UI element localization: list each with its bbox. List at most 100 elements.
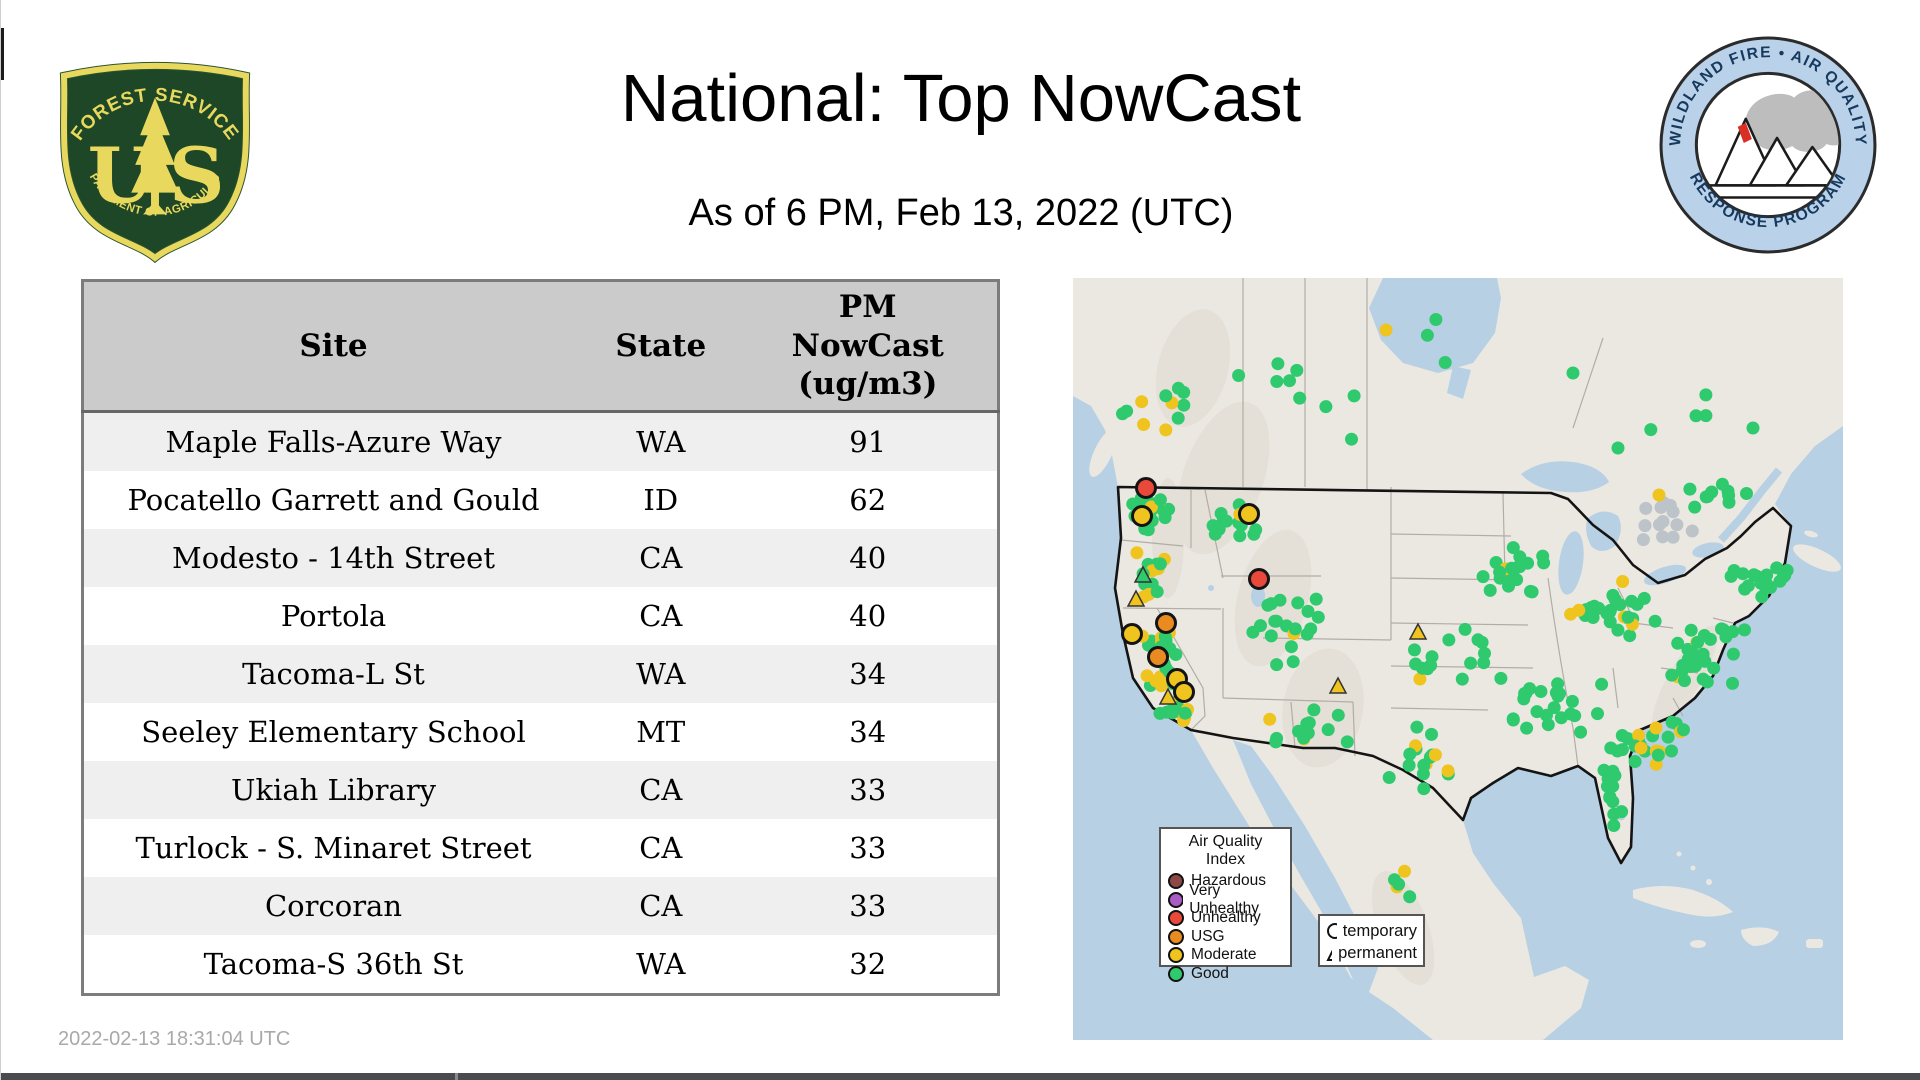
monitor-dot (1684, 623, 1698, 637)
marker-legend-label: permanent (1338, 943, 1417, 962)
monitor-dot (1719, 630, 1733, 644)
monitor-dot (1392, 877, 1406, 891)
monitor-dot (1639, 501, 1653, 515)
monitor-dot (1549, 686, 1563, 700)
site-cell: Tacoma-L St (82, 645, 584, 703)
monitor-dot (1621, 610, 1635, 624)
monitor-dot (1670, 518, 1684, 532)
monitor-dot (1408, 643, 1421, 657)
monitor-dot (1177, 398, 1191, 412)
monitor-dot (1291, 596, 1305, 610)
monitor-dot (1150, 585, 1164, 599)
state-cell: WA (583, 411, 739, 471)
marker-legend-entry: permanent (1326, 942, 1417, 964)
monitor-dot (1238, 503, 1260, 525)
monitor-dot (1483, 583, 1497, 597)
monitor-dot (1121, 623, 1143, 645)
monitor-dot (1677, 723, 1690, 737)
monitor-dot (1595, 677, 1609, 691)
monitor-dot (1537, 556, 1551, 570)
monitor-dot (1248, 568, 1270, 590)
site-cell: Corcoran (82, 877, 584, 935)
monitor-dot (1566, 366, 1580, 380)
monitor-dot (1683, 482, 1697, 496)
monitor-dot (1616, 575, 1630, 588)
monitor-dot (1615, 805, 1629, 819)
monitor-dot (1292, 724, 1305, 738)
table-row: Tacoma-S 36th St WA 32 (82, 935, 999, 995)
state-cell: MT (583, 703, 739, 761)
table-row: Seeley Elementary School MT 34 (82, 703, 999, 761)
monitor-dot (1524, 584, 1537, 598)
circle-icon (1168, 873, 1184, 890)
aqi-legend-title: Air Quality Index (1188, 833, 1263, 868)
monitor-dot (1656, 530, 1670, 544)
circle-icon (1168, 947, 1184, 964)
monitor-dot (1738, 623, 1751, 637)
monitor-dot (1154, 679, 1168, 693)
circle-icon (1168, 965, 1184, 982)
monitor-dot (1700, 675, 1714, 689)
monitor-dot (1153, 493, 1167, 507)
monitor-dot (1171, 381, 1185, 395)
monitor-dot (1413, 672, 1427, 686)
monitor-dot (1131, 505, 1153, 527)
monitor-dot (1441, 764, 1455, 778)
monitor-dot (1506, 712, 1520, 726)
monitor-dot (1178, 706, 1192, 720)
monitor-dot (1688, 500, 1702, 514)
monitor-dot (1623, 629, 1637, 643)
monitor-dot (1652, 488, 1666, 502)
monitor-dot (1403, 747, 1417, 761)
monitor-dot (1137, 418, 1151, 431)
value-cell: 33 (738, 761, 999, 819)
monitor-dot (1321, 723, 1335, 737)
state-cell: CA (583, 819, 739, 877)
monitor-dot (1722, 488, 1736, 502)
monitor-dot (1661, 730, 1675, 744)
state-cell: CA (583, 761, 739, 819)
monitor-dot (1219, 514, 1233, 528)
monitor-dot (1675, 664, 1689, 678)
monitor-dot (1249, 523, 1263, 537)
monitor-dot (1665, 744, 1678, 758)
column-header-site: Site (82, 280, 584, 413)
monitor-dot (1697, 629, 1711, 642)
circle-icon (1168, 928, 1184, 945)
table-row: Tacoma-L St WA 34 (82, 645, 999, 703)
monitor-dot (1420, 328, 1434, 342)
site-cell: Turlock - S. Minaret Street (82, 819, 584, 877)
legend-entry-label: Moderate (1191, 946, 1257, 964)
legend-entry: Good (1167, 965, 1284, 984)
monitor-dot (1574, 725, 1588, 739)
monitor-dot (1300, 627, 1314, 641)
site-cell: Modesto - 14th Street (82, 529, 584, 587)
state-cell: WA (583, 935, 739, 995)
monitor-dot (1699, 409, 1713, 423)
triangle-icon (1326, 949, 1333, 961)
marker-legend-entry: temporary (1326, 920, 1417, 942)
monitor-dot (1425, 727, 1438, 741)
site-cell: Pocatello Garrett and Gould (82, 471, 584, 529)
state-cell: WA (583, 645, 739, 703)
monitor-dot (1699, 388, 1713, 402)
monitor-dot (1738, 582, 1752, 596)
monitor-dot (1726, 676, 1739, 690)
monitor-dot (1402, 758, 1416, 772)
monitor-dot (1268, 614, 1282, 628)
table-row: Pocatello Garrett and Gould ID 62 (82, 471, 999, 529)
monitor-dot (1208, 527, 1222, 541)
monitor-dot (1232, 369, 1246, 382)
monitor-dot (1634, 741, 1648, 755)
monitor-dot (1254, 619, 1267, 633)
monitor-dot (1428, 748, 1442, 762)
monitor-dot (1494, 671, 1508, 685)
monitor-dot (1264, 629, 1278, 643)
monitor-dot (1130, 546, 1144, 560)
value-cell: 40 (738, 587, 999, 645)
monitor-dot (1173, 681, 1195, 703)
value-cell: 91 (738, 411, 999, 471)
monitor-dot (1307, 703, 1321, 717)
monitor-dot (1636, 533, 1650, 547)
value-cell: 33 (738, 877, 999, 935)
